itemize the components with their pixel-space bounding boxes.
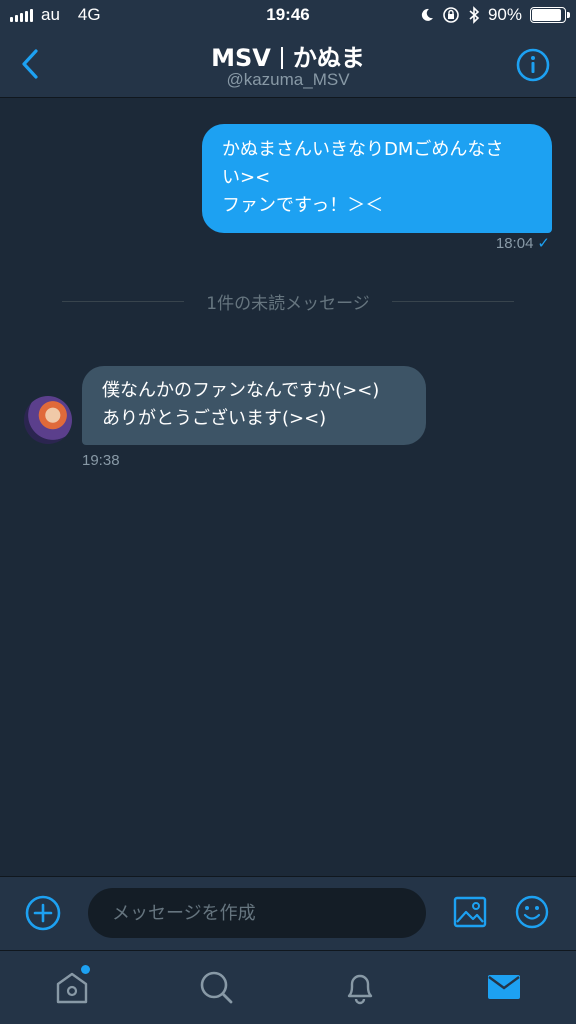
outgoing-time: 18:04 — [495, 235, 534, 252]
name-right: かぬま — [292, 44, 365, 72]
smiley-icon — [515, 895, 549, 929]
outgoing-line-3: ファンですっ！＞＜ — [222, 195, 384, 216]
outgoing-message-bubble[interactable]: かぬまさんいきなりDMごめんなさ い>< ファンですっ！＞＜ — [202, 124, 552, 233]
incoming-message-bubble[interactable]: 僕なんかのファンなんですか(><) ありがとうございます(><) — [82, 366, 426, 445]
image-button[interactable] — [452, 894, 488, 930]
conversation-title: MSV かぬま — [0, 38, 576, 73]
incoming-line-2: ありがとうございます(><) — [102, 408, 327, 429]
emoji-button[interactable] — [514, 894, 550, 930]
unread-divider: 1件の未読メッセージ — [62, 290, 515, 314]
tab-bar — [0, 950, 576, 1024]
name-left: MSV — [211, 44, 271, 72]
info-button[interactable] — [516, 48, 550, 82]
message-composer — [0, 876, 576, 950]
outgoing-line-2: い>< — [222, 167, 271, 188]
outgoing-timestamp: 18:04 ✓ — [496, 234, 550, 252]
add-button[interactable] — [24, 894, 62, 932]
status-bar: au 4G 19:46 90% — [0, 0, 576, 32]
unread-label: 1件の未読メッセージ — [206, 293, 370, 314]
status-right: 90% — [420, 5, 570, 25]
battery-fill — [532, 9, 561, 21]
conversation-header: MSV かぬま @kazuma_MSV — [0, 32, 576, 98]
battery-icon — [530, 7, 570, 23]
info-icon — [516, 48, 550, 82]
bluetooth-icon — [469, 6, 480, 24]
moon-icon — [421, 8, 433, 21]
mail-icon — [488, 975, 520, 999]
image-icon — [453, 896, 487, 928]
outgoing-line-1: かぬまさんいきなりDMごめんなさ — [222, 139, 504, 160]
battery-percent: 90% — [487, 5, 522, 24]
tab-notifications[interactable] — [340, 967, 380, 1007]
plus-circle-icon — [25, 895, 61, 931]
incoming-timestamp: 19:38 — [82, 452, 120, 469]
sent-check-icon: ✓ — [537, 235, 550, 252]
notification-dot — [81, 965, 90, 974]
incoming-line-1: 僕なんかのファンなんですか(><) — [102, 380, 380, 401]
message-input[interactable] — [88, 888, 426, 938]
tab-messages[interactable] — [484, 967, 524, 1007]
conversation-handle: @kazuma_MSV — [226, 70, 350, 89]
tab-home[interactable] — [52, 965, 92, 1007]
bell-icon — [347, 974, 373, 1005]
search-icon — [200, 971, 233, 1004]
rotation-lock-icon — [443, 7, 459, 23]
avatar[interactable] — [24, 396, 72, 444]
tab-search[interactable] — [196, 967, 236, 1007]
